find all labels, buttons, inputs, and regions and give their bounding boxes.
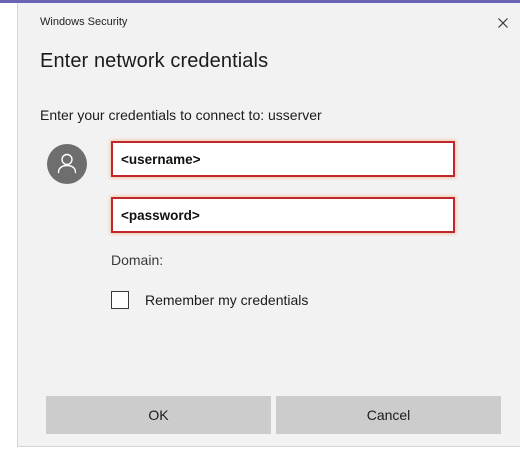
cancel-button[interactable]: Cancel	[276, 396, 501, 434]
remember-credentials-checkbox[interactable]	[111, 291, 129, 309]
ok-button[interactable]: OK	[46, 396, 271, 434]
page: Windows Security Enter network credentia…	[0, 0, 520, 449]
user-icon	[57, 153, 77, 174]
title-bar: Windows Security	[18, 3, 520, 43]
dialog-heading: Enter network credentials	[40, 50, 269, 72]
username-field[interactable]	[111, 141, 455, 177]
connection-instruction: Enter your credentials to connect to: us…	[40, 107, 322, 123]
remember-credentials-label: Remember my credentials	[145, 292, 309, 308]
password-field[interactable]	[111, 197, 455, 233]
domain-label: Domain:	[111, 252, 164, 268]
close-icon	[498, 18, 508, 28]
close-button[interactable]	[492, 12, 514, 34]
app-title: Windows Security	[40, 16, 128, 28]
avatar	[47, 144, 87, 184]
credentials-dialog: Windows Security Enter network credentia…	[17, 3, 520, 447]
